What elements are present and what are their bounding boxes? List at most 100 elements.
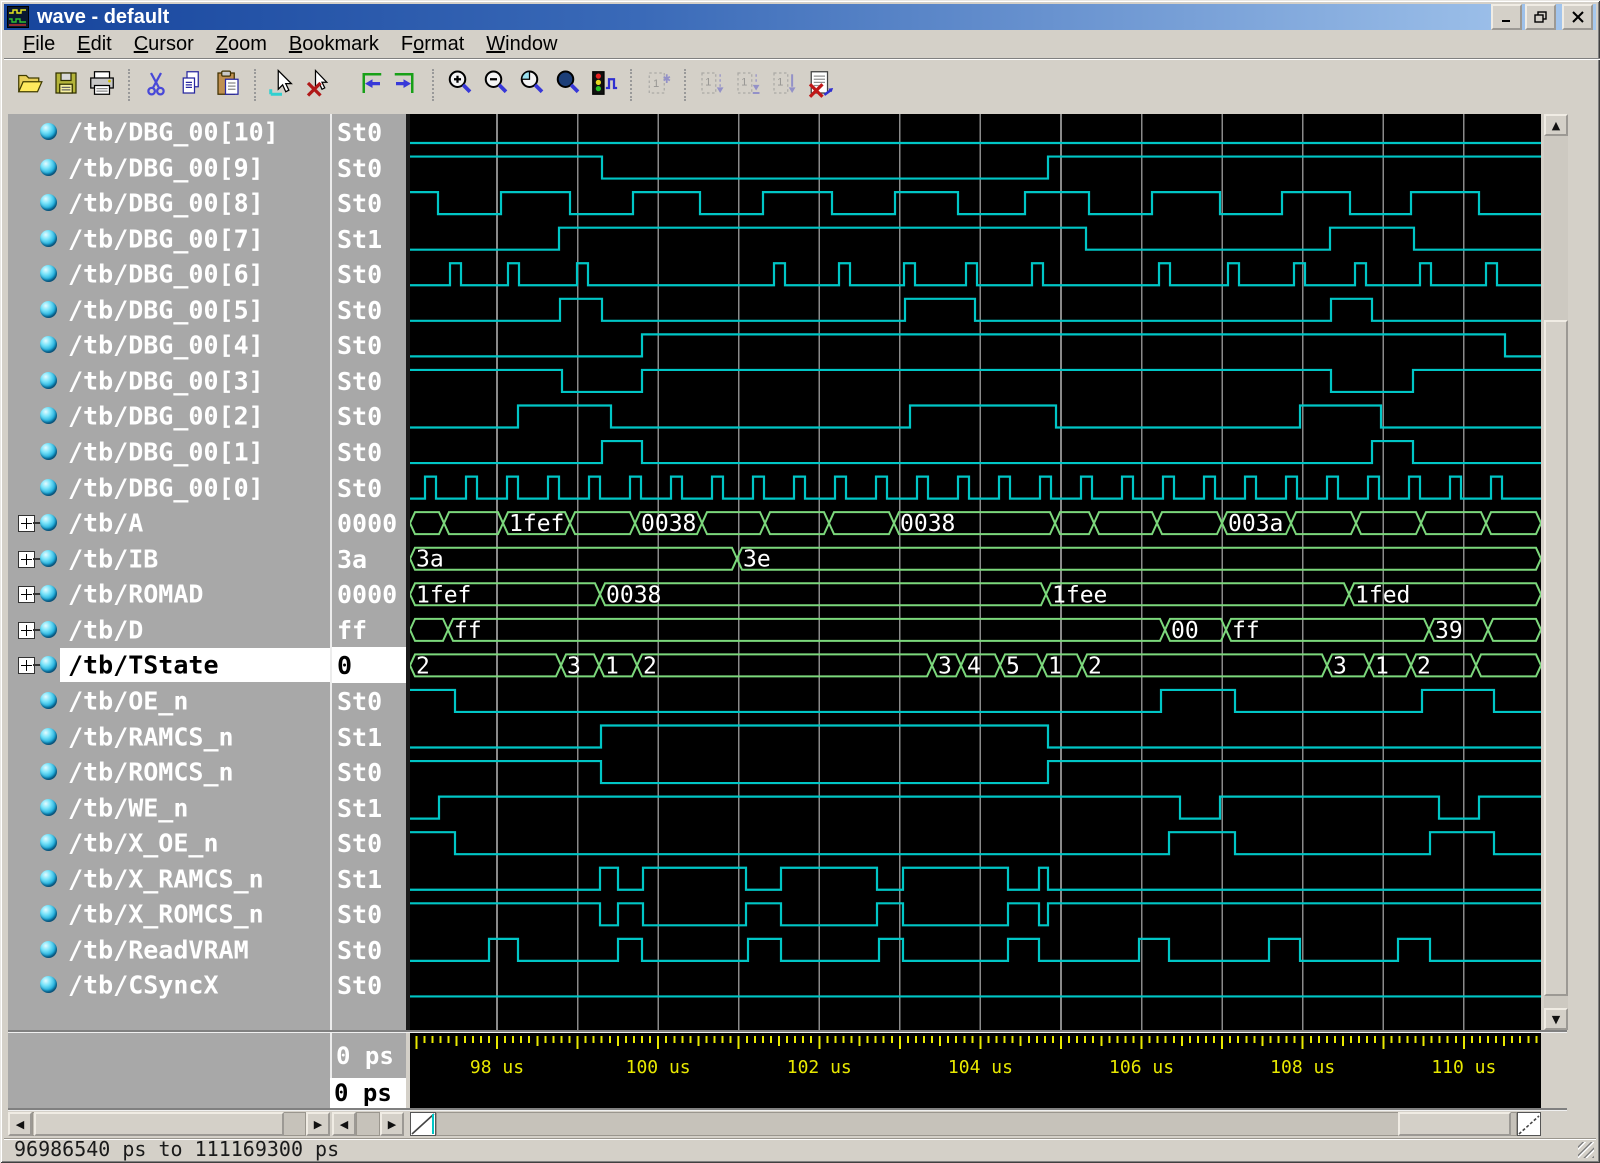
menu-file[interactable]: File [12,31,66,58]
signal-value[interactable]: St0 [332,470,406,506]
zoom-in-button[interactable] [442,67,478,103]
signal-value[interactable]: St1 [332,719,406,755]
signal-name: /tb/DBG_00[3] [68,367,264,396]
close-button[interactable] [1562,4,1593,30]
signal-value[interactable]: St1 [332,790,406,826]
open-button[interactable] [12,67,48,103]
find-prev-transition-button[interactable] [352,67,388,103]
wave-scroll-thumb[interactable] [1398,1112,1511,1136]
signal-row-tstate[interactable]: /tb/TState [8,647,330,683]
wave-scroll-down-icon[interactable]: ▼ [1544,1008,1568,1030]
cursor-track[interactable] [410,1078,1541,1108]
menu-edit[interactable]: Edit [66,31,122,58]
cut-button[interactable] [138,67,174,103]
signal-value[interactable]: 3a [332,541,406,577]
signal-value[interactable]: St0 [332,896,406,932]
print-button[interactable] [84,67,120,103]
signal-row-dbg_00[2][interactable]: /tb/DBG_00[2] [8,398,330,434]
signal-value[interactable]: St0 [332,932,406,968]
names-scroll-left-icon[interactable]: ◀ [8,1112,32,1136]
signal-row-dbg_00[8][interactable]: /tb/DBG_00[8] [8,185,330,221]
wave-scroll-up-icon[interactable]: ▲ [1544,114,1568,136]
wave-corner-widget[interactable] [1517,1112,1541,1136]
values-scroll-left-icon[interactable]: ◀ [332,1112,356,1136]
waveform-canvas[interactable]: 1fef00380038003a3a3e1fef00381fee1fedff00… [410,114,1541,1030]
signal-value[interactable]: St0 [332,967,406,1003]
signal-value[interactable]: 0000 [332,576,406,612]
signal-row-romad[interactable]: /tb/ROMAD [8,576,330,612]
signal-value[interactable]: St0 [332,114,406,150]
save-button[interactable] [48,67,84,103]
signal-value[interactable]: St0 [332,292,406,328]
signal-row-ib[interactable]: /tb/IB [8,541,330,577]
ruler-label: 110 us [1431,1057,1496,1078]
signal-value[interactable]: 0000 [332,505,406,541]
paste-button[interactable] [210,67,246,103]
zoom-last-button[interactable] [514,67,550,103]
wave-vertical-scrollbar[interactable]: ▲▼ [1544,114,1568,1030]
add-cursor-button[interactable] [264,67,300,103]
signal-value[interactable]: St0 [332,327,406,363]
names-scroll-thumb[interactable] [34,1112,284,1136]
signal-row-we_n[interactable]: /tb/WE_n [8,790,330,826]
minimize-button[interactable] [1491,4,1522,30]
find-next-transition-button[interactable] [388,67,424,103]
signal-value[interactable]: St0 [332,150,406,186]
signal-row-x_ramcs_n[interactable]: /tb/X_RAMCS_n [8,861,330,897]
signal-value[interactable]: St0 [332,434,406,470]
values-scroll-track[interactable] [356,1112,380,1136]
signal-row-dbg_00[4][interactable]: /tb/DBG_00[4] [8,327,330,363]
signal-row-dbg_00[5][interactable]: /tb/DBG_00[5] [8,292,330,328]
signal-row-dbg_00[1][interactable]: /tb/DBG_00[1] [8,434,330,470]
menu-window[interactable]: Window [475,31,568,58]
restore-button[interactable] [1525,4,1556,30]
menu-zoom[interactable]: Zoom [205,31,278,58]
signal-value[interactable]: St0 [332,363,406,399]
resize-grip[interactable] [1578,1142,1594,1158]
signal-row-dbg_00[10][interactable]: /tb/DBG_00[10] [8,114,330,150]
signal-value[interactable]: St0 [332,256,406,292]
wave-scroll-track[interactable] [436,1112,1517,1136]
signal-row-ramcs_n[interactable]: /tb/RAMCS_n [8,719,330,755]
wave-vscroll-thumb[interactable] [1544,320,1568,996]
signal-value[interactable]: St0 [332,185,406,221]
signal-row-d[interactable]: /tb/D [8,612,330,648]
titlebar[interactable]: wave - default [4,4,1596,30]
time-ruler[interactable]: 98 us100 us102 us104 us106 us108 us110 u… [410,1033,1541,1078]
signal-value[interactable]: St0 [332,398,406,434]
menu-bookmark[interactable]: Bookmark [278,31,390,58]
edit-cancel-button[interactable] [802,67,838,103]
signal-value[interactable]: 0 [332,647,406,683]
signal-row-readvram[interactable]: /tb/ReadVRAM [8,932,330,968]
delete-cursor-button[interactable] [300,67,336,103]
signal-row-romcs_n[interactable]: /tb/ROMCS_n [8,754,330,790]
signal-value[interactable]: St0 [332,683,406,719]
signal-row-csyncx[interactable]: /tb/CSyncX [8,967,330,1003]
names-scroll-right-icon[interactable]: ▶ [306,1112,330,1136]
signal-value[interactable]: ff [332,612,406,648]
signal-row-x_oe_n[interactable]: /tb/X_OE_n [8,825,330,861]
signal-row-oe_n[interactable]: /tb/OE_n [8,683,330,719]
signal-value[interactable]: St0 [332,825,406,861]
cursor1-time-cell[interactable]: 0 ps [330,1078,406,1108]
signal-row-dbg_00[6][interactable]: /tb/DBG_00[6] [8,256,330,292]
signal-row-dbg_00[0][interactable]: /tb/DBG_00[0] [8,470,330,506]
menu-format[interactable]: Format [390,31,475,58]
zoom-out-button[interactable] [478,67,514,103]
cut-icon [141,68,171,103]
bus-value-label: 00 [1171,618,1199,644]
copy-button[interactable] [174,67,210,103]
signal-value[interactable]: St1 [332,221,406,257]
values-scroll-right-icon[interactable]: ▶ [380,1112,404,1136]
signal-row-dbg_00[3][interactable]: /tb/DBG_00[3] [8,363,330,399]
zoom-mode-button[interactable] [586,67,622,103]
signal-row-dbg_00[7][interactable]: /tb/DBG_00[7] [8,221,330,257]
signal-value[interactable]: St0 [332,754,406,790]
zoom-full-button[interactable] [550,67,586,103]
cursor-corner-widget[interactable] [410,1112,436,1136]
signal-row-a[interactable]: /tb/A [8,505,330,541]
signal-value[interactable]: St1 [332,861,406,897]
signal-row-x_romcs_n[interactable]: /tb/X_ROMCS_n [8,896,330,932]
menu-cursor[interactable]: Cursor [123,31,205,58]
signal-row-dbg_00[9][interactable]: /tb/DBG_00[9] [8,150,330,186]
